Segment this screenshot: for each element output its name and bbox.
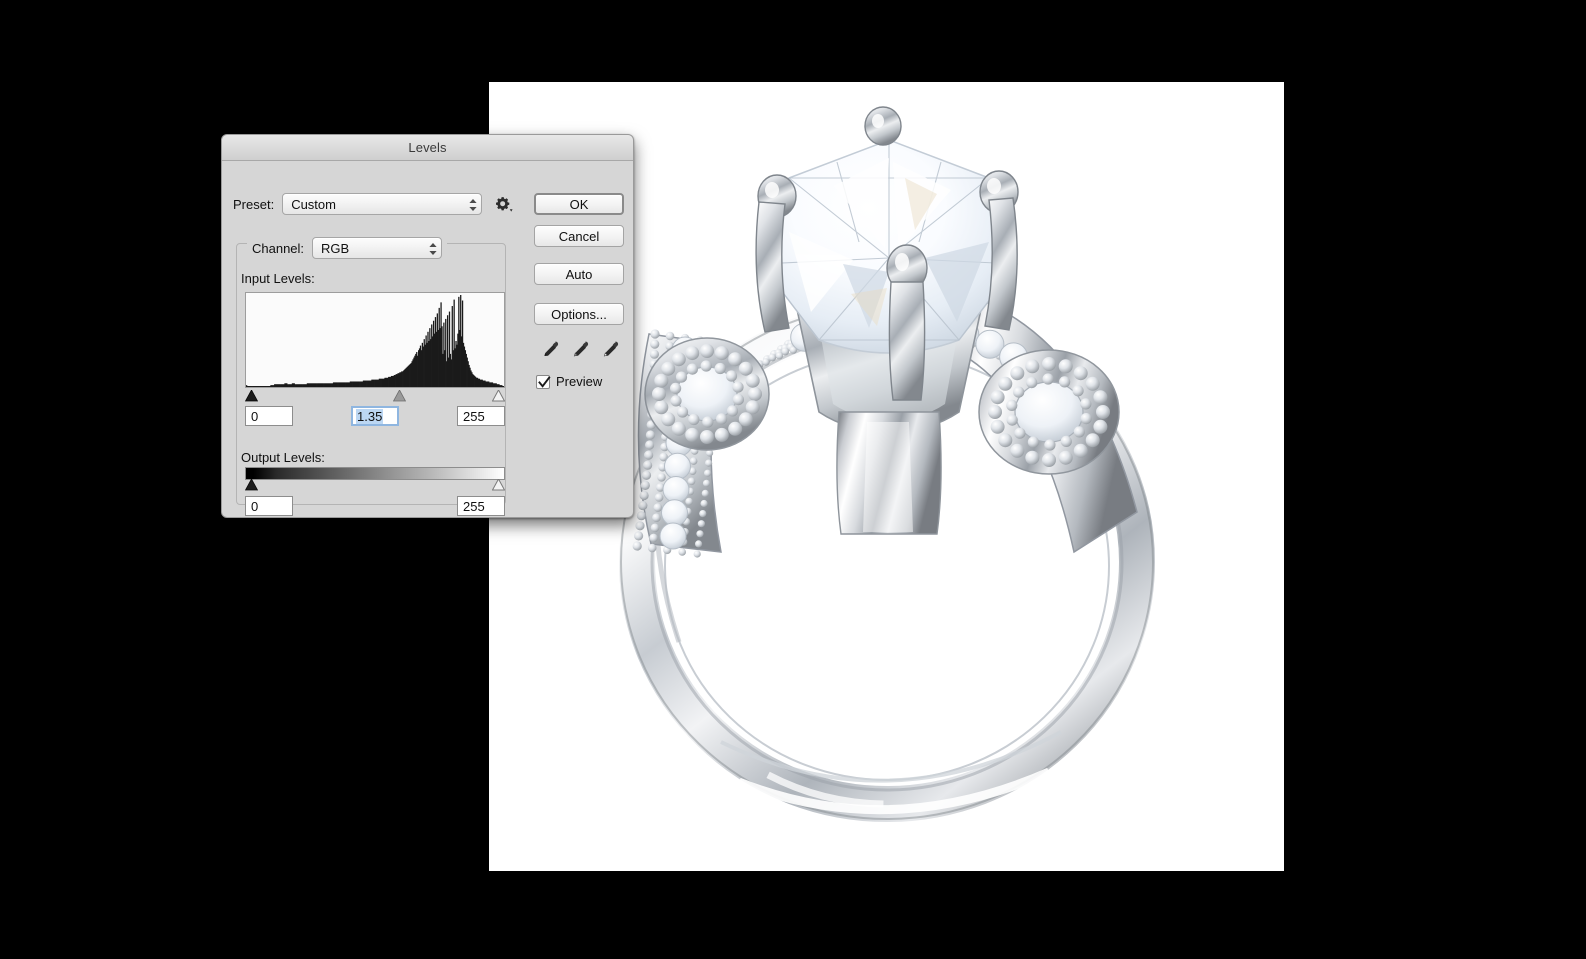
white-point-eyedropper[interactable] (600, 339, 620, 361)
input-white-slider[interactable] (491, 388, 506, 402)
eyedropper-group (540, 339, 620, 363)
input-black-slider[interactable] (244, 389, 259, 402)
cancel-button-label: Cancel (558, 228, 600, 244)
histogram-display (245, 292, 505, 388)
preview-label: Preview (556, 374, 603, 389)
ok-button[interactable]: OK (534, 193, 624, 215)
levels-dialog: Levels Preset: Custom Channel: RGB Input… (221, 134, 634, 518)
checkmark-icon (538, 375, 551, 388)
output-black-field[interactable]: 0 (245, 496, 293, 516)
output-white-slider[interactable] (491, 477, 506, 491)
chevron-updown-icon (425, 238, 441, 258)
output-levels-slider[interactable] (244, 477, 506, 493)
gray-point-eyedropper[interactable] (570, 339, 590, 361)
output-black-value: 0 (251, 498, 259, 514)
options-button[interactable]: Options... (534, 303, 624, 325)
histogram-bars (246, 295, 504, 387)
dialog-title: Levels (408, 140, 447, 155)
channel-dropdown[interactable]: RGB (312, 237, 443, 259)
channel-label: Channel: (252, 240, 305, 256)
input-levels-slider[interactable] (244, 388, 506, 404)
input-black-field[interactable]: 0 (245, 406, 293, 426)
input-levels-label: Input Levels: (241, 271, 315, 286)
auto-button[interactable]: Auto (534, 263, 624, 285)
preset-label: Preset: (233, 196, 275, 212)
input-gamma-field[interactable]: 1.35 (351, 406, 399, 426)
input-gamma-slider[interactable] (392, 389, 406, 402)
input-white-value: 255 (463, 408, 485, 424)
black-point-eyedropper[interactable] (540, 339, 560, 361)
input-black-value: 0 (251, 408, 259, 424)
input-gamma-value: 1.35 (356, 408, 384, 424)
dialog-titlebar[interactable]: Levels (222, 135, 633, 161)
output-black-slider[interactable] (244, 478, 259, 491)
preset-row: Preset: Custom (233, 193, 514, 215)
preview-row[interactable]: Preview (536, 374, 602, 389)
output-white-field[interactable]: 255 (457, 496, 505, 516)
output-levels-label: Output Levels: (241, 450, 325, 465)
channel-value: RGB (321, 240, 350, 256)
preview-checkbox[interactable] (536, 374, 551, 389)
gear-icon[interactable] (492, 194, 514, 214)
output-white-value: 255 (463, 498, 485, 514)
dialog-body: Preset: Custom Channel: RGB Input Levels… (222, 161, 633, 517)
preset-value: Custom (291, 196, 336, 212)
input-white-field[interactable]: 255 (457, 406, 505, 426)
ok-button-label: OK (569, 196, 589, 212)
preset-dropdown[interactable]: Custom (282, 193, 483, 215)
auto-button-label: Auto (565, 266, 593, 282)
chevron-updown-icon (465, 194, 481, 214)
cancel-button[interactable]: Cancel (534, 225, 624, 247)
options-button-label: Options... (551, 306, 607, 322)
channel-row: Channel: RGB (247, 237, 448, 259)
